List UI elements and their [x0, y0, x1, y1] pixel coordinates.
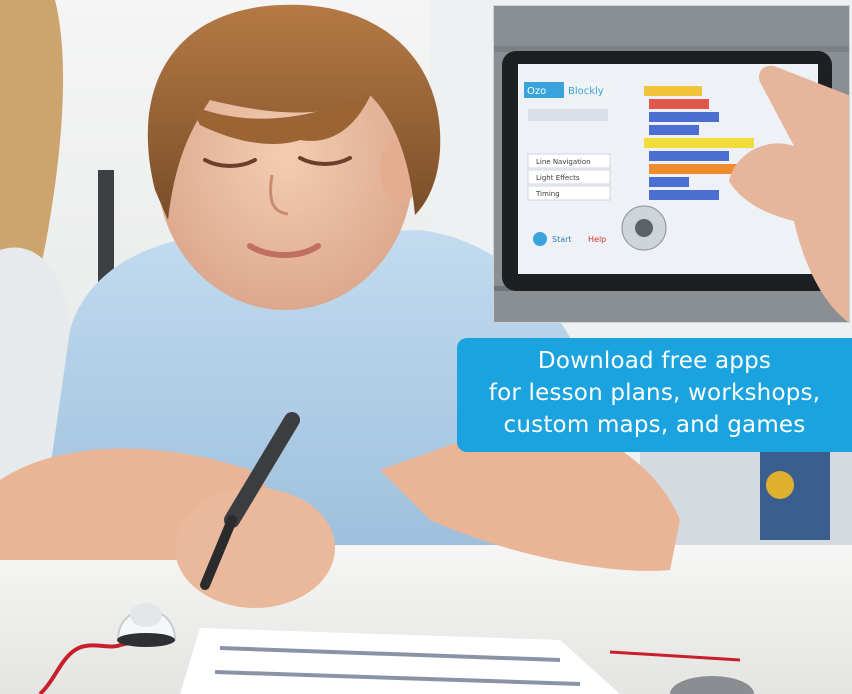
code-block-9	[649, 190, 719, 200]
code-block-2	[649, 99, 709, 109]
ozobot-on-screen-core	[635, 219, 653, 237]
app-menu: Line Navigation Light Effects Timing	[527, 153, 611, 201]
code-block-4	[649, 125, 699, 135]
menu-item-1: Line Navigation	[536, 158, 591, 166]
callout-line-1: Download free apps	[537, 348, 772, 374]
code-block-3	[649, 112, 719, 122]
app-logo-left: Ozo	[527, 86, 546, 97]
help-label: Help	[588, 235, 606, 244]
app-level-selector	[528, 109, 608, 121]
ozobot-robot-dome	[130, 603, 162, 627]
code-block-8	[649, 177, 689, 187]
menu-item-2: Light Effects	[536, 174, 580, 182]
child-hand	[175, 488, 335, 608]
app-logo-right: Blockly	[568, 86, 604, 97]
start-label: Start	[552, 235, 572, 244]
tablet-inset-photo: Ozo Blockly Line Navigation Light Effect…	[493, 5, 850, 323]
tablet-scene: Ozo Blockly Line Navigation Light Effect…	[494, 6, 849, 322]
code-block-6	[649, 151, 729, 161]
callout-line-3: custom maps, and games	[503, 412, 806, 438]
start-icon	[533, 232, 547, 246]
callout-line-2: for lesson plans, workshops,	[488, 380, 821, 406]
code-block-5	[644, 138, 754, 148]
box-ornament	[766, 471, 794, 499]
menu-item-3: Timing	[535, 190, 560, 198]
ozobot-robot-base	[117, 633, 175, 647]
download-callout: Download free apps for lesson plans, wor…	[457, 338, 852, 452]
code-block-1	[644, 86, 702, 96]
